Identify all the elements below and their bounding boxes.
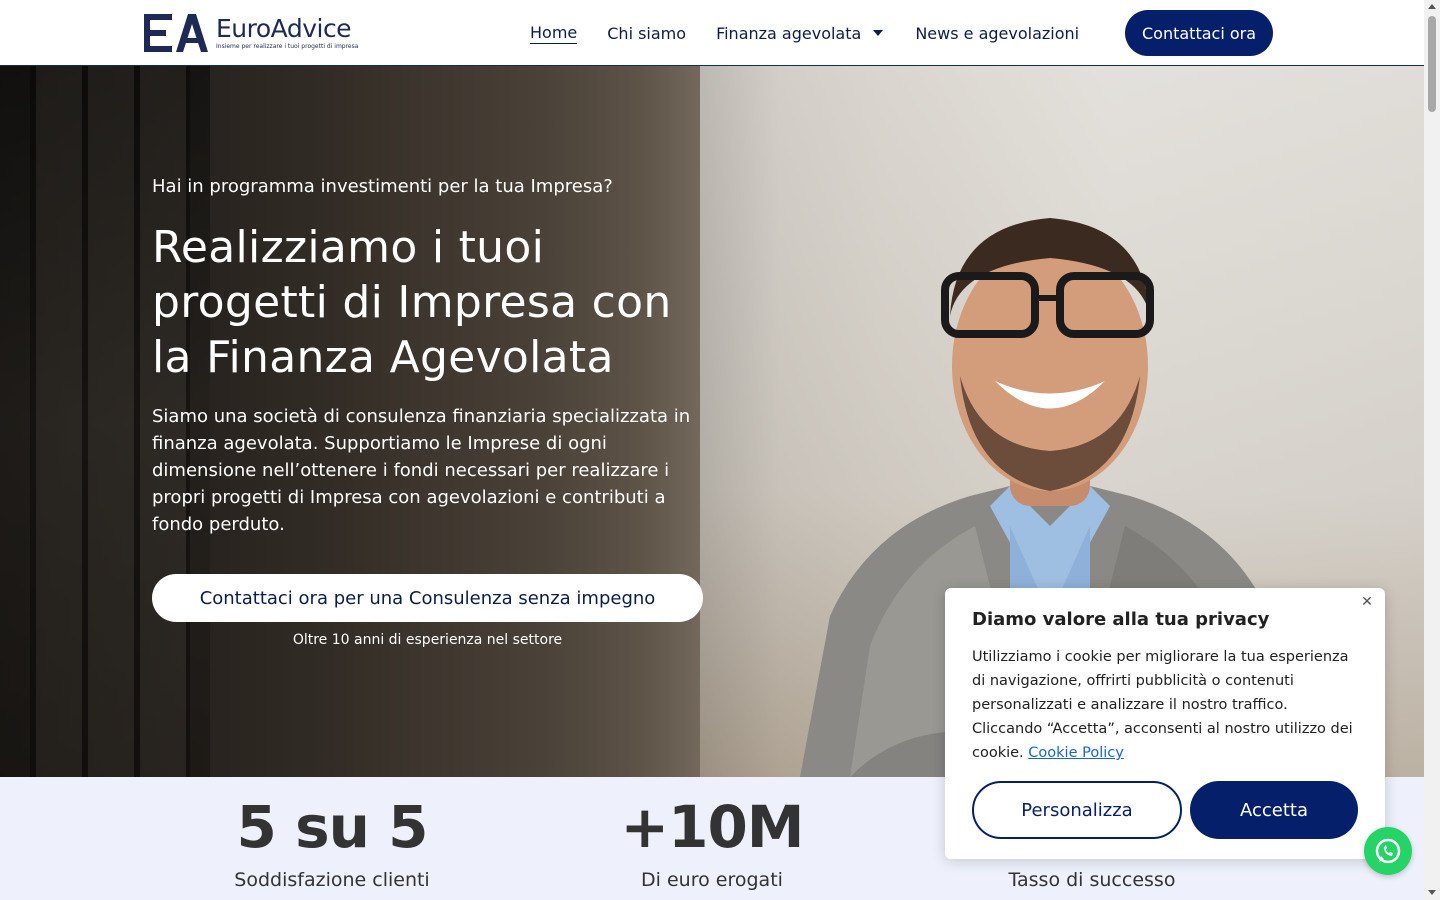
logo-text: EuroAdvice Insieme per realizzare i tuoi… [216, 15, 358, 51]
hero-title: Realizziamo i tuoi progetti di Impresa c… [152, 222, 672, 383]
close-icon[interactable]: ✕ [1359, 594, 1375, 610]
scroll-down-icon[interactable] [1428, 890, 1436, 895]
stat-item: 5 su 5 Soddisfazione clienti [142, 777, 522, 891]
nav-item-label: Finanza agevolata [716, 23, 862, 43]
accept-button[interactable]: Accetta [1190, 781, 1358, 839]
nav-item-chi-siamo[interactable]: Chi siamo [607, 24, 686, 43]
cookie-policy-link[interactable]: Cookie Policy [1028, 745, 1124, 761]
nav-item-home[interactable]: Home [530, 23, 578, 44]
cookie-title: Diamo valore alla tua privacy [972, 609, 1270, 630]
stat-value: 5 su 5 [236, 793, 429, 861]
brand-logo[interactable]: EuroAdvice Insieme per realizzare i tuoi… [142, 11, 382, 55]
site-header: EuroAdvice Insieme per realizzare i tuoi… [0, 0, 1424, 66]
hero-content: Hai in programma investimenti per la tua… [152, 174, 712, 538]
brand-tagline: Insieme per realizzare i tuoi progetti d… [216, 43, 359, 50]
page-scrollbar[interactable] [1424, 0, 1440, 900]
stat-label: Tasso di successo [1008, 869, 1176, 891]
stat-label: Soddisfazione clienti [234, 869, 430, 891]
whatsapp-icon[interactable] [1364, 827, 1412, 875]
stat-value: +10M [620, 793, 804, 861]
hero-experience-note: Oltre 10 anni di esperienza nel settore [292, 632, 563, 648]
stat-item: +10M Di euro erogati [522, 777, 902, 891]
hero-description: Siamo una società di consulenza finanzia… [152, 406, 691, 535]
consultation-button[interactable]: Contattaci ora per una Consulenza senza … [152, 574, 703, 622]
stat-label: Di euro erogati [641, 869, 783, 891]
cookie-banner: ✕ Diamo valore alla tua privacy Utilizzi… [945, 588, 1385, 859]
customize-button[interactable]: Personalizza [972, 781, 1182, 839]
whatsapp-glyph-icon [1375, 838, 1401, 864]
main-nav: Home Chi siamo Finanza agevolata News e … [530, 0, 1109, 66]
brand-name: EuroAdvice [216, 14, 352, 43]
nav-item-finanza-agevolata[interactable]: Finanza agevolata [716, 23, 884, 43]
hero-eyebrow: Hai in programma investimenti per la tua… [152, 176, 613, 197]
contact-button[interactable]: Contattaci ora [1125, 10, 1273, 56]
scroll-thumb[interactable] [1428, 16, 1436, 112]
nav-item-news[interactable]: News e agevolazioni [915, 24, 1079, 43]
chevron-down-icon [873, 30, 884, 36]
logo-mark-icon [144, 14, 208, 52]
scroll-up-icon[interactable] [1428, 4, 1436, 9]
cookie-text: Utilizziamo i cookie per migliorare la t… [972, 645, 1362, 765]
